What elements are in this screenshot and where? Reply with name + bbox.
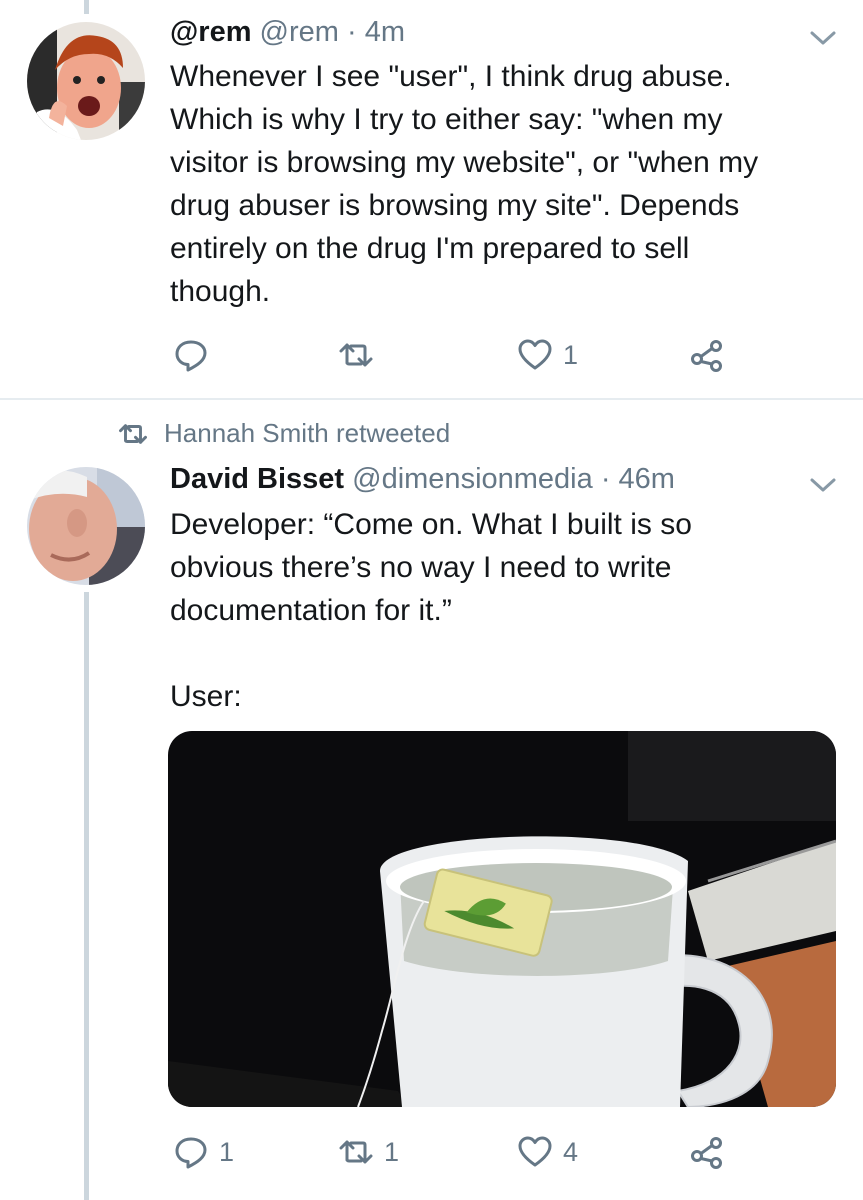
display-name[interactable]: David Bisset bbox=[170, 463, 344, 495]
heart-icon bbox=[518, 1136, 552, 1167]
share-button[interactable] bbox=[689, 1134, 725, 1170]
separator: · bbox=[347, 16, 357, 48]
share-icon bbox=[691, 1137, 722, 1169]
share-icon bbox=[691, 340, 722, 372]
retweet-context: Hannah Smith retweeted bbox=[118, 418, 450, 449]
reply-icon bbox=[175, 1137, 207, 1169]
separator: · bbox=[600, 463, 611, 495]
tweet-photo[interactable] bbox=[168, 731, 836, 1107]
retweet-button[interactable] bbox=[338, 337, 384, 373]
retweet-icon bbox=[339, 1140, 373, 1164]
heart-icon bbox=[518, 339, 552, 370]
tweet-divider bbox=[0, 398, 863, 400]
reply-count: 1 bbox=[219, 1136, 235, 1167]
like-button[interactable]: 1 bbox=[517, 337, 578, 373]
retweet-icon bbox=[339, 343, 373, 367]
reply-button[interactable] bbox=[173, 337, 219, 373]
display-name[interactable]: @rem bbox=[170, 16, 251, 48]
retweet-count: 1 bbox=[384, 1136, 400, 1167]
retweet-icon bbox=[119, 423, 147, 444]
thread-line-top bbox=[84, 0, 89, 14]
tea-mug-photo bbox=[168, 731, 836, 1107]
timestamp[interactable]: 4m bbox=[365, 16, 405, 48]
avatar[interactable] bbox=[27, 467, 145, 585]
reply-icon bbox=[175, 340, 207, 372]
share-button[interactable] bbox=[689, 337, 725, 373]
retweet-button[interactable]: 1 bbox=[338, 1134, 399, 1170]
tweet-text: Whenever I see "user", I think drug abus… bbox=[170, 60, 759, 308]
tweet-header: David Bisset @dimensionmedia · 46m bbox=[170, 463, 675, 496]
chevron-down-icon[interactable] bbox=[808, 28, 838, 48]
username[interactable]: @dimensionmedia bbox=[352, 463, 593, 495]
thread-line-bottom bbox=[84, 592, 89, 1200]
username[interactable]: @rem bbox=[260, 16, 339, 48]
tweet-text: Developer: “Come on. What I built is so … bbox=[170, 508, 692, 713]
chevron-down-icon[interactable] bbox=[808, 475, 838, 495]
tweet-header: @rem @rem · 4m bbox=[170, 16, 405, 49]
retweeted-by[interactable]: Hannah Smith retweeted bbox=[164, 418, 450, 449]
reply-button[interactable]: 1 bbox=[173, 1134, 234, 1170]
like-count: 4 bbox=[563, 1136, 579, 1167]
like-count: 1 bbox=[563, 339, 579, 370]
avatar[interactable] bbox=[27, 22, 145, 140]
timestamp[interactable]: 46m bbox=[619, 463, 675, 495]
like-button[interactable]: 4 bbox=[517, 1134, 578, 1170]
